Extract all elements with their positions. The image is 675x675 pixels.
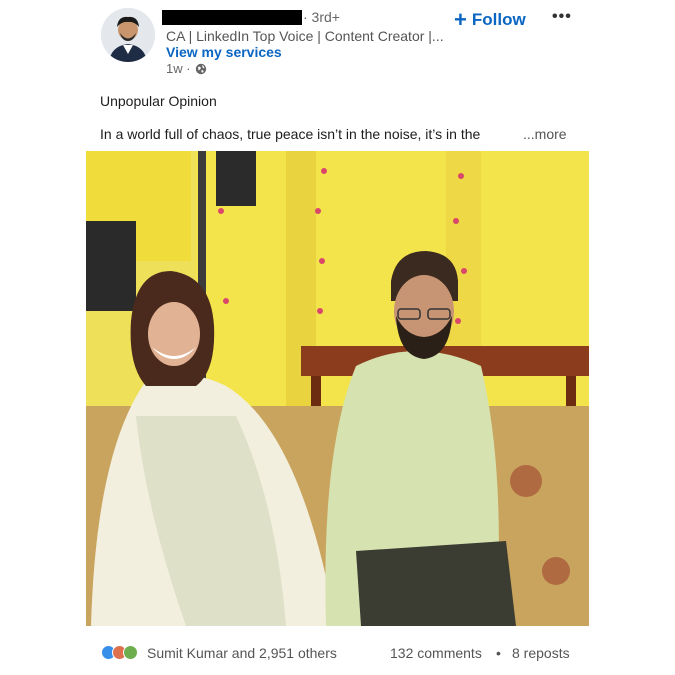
connection-degree: · 3rd+ <box>303 9 340 25</box>
post-title: Unpopular Opinion <box>100 93 217 109</box>
see-more-link[interactable]: ...more <box>523 126 567 142</box>
post-image[interactable] <box>86 151 589 626</box>
post-photo <box>86 151 589 626</box>
reactions-count[interactable]: Sumit Kumar and 2,951 others <box>147 645 337 661</box>
celebrate-icon <box>123 645 138 660</box>
view-services-link[interactable]: View my services <box>166 44 282 60</box>
separator-dot: • <box>496 645 501 661</box>
reaction-icons[interactable] <box>101 645 138 660</box>
plus-icon: + <box>454 7 467 32</box>
profile-photo <box>101 8 155 62</box>
comments-count[interactable]: 132 comments <box>390 645 482 661</box>
globe-icon <box>195 63 206 74</box>
reposts-count[interactable]: 8 reposts <box>512 645 570 661</box>
post-body: In a world full of chaos, true peace isn… <box>100 126 481 142</box>
author-avatar[interactable] <box>101 8 155 62</box>
post-timestamp: 1w · <box>166 61 207 76</box>
follow-button[interactable]: + Follow <box>454 7 526 32</box>
follow-label: Follow <box>471 10 526 29</box>
more-options-icon[interactable]: ••• <box>552 8 572 26</box>
author-headline: CA | LinkedIn Top Voice | Content Creato… <box>166 28 444 44</box>
author-name-redacted[interactable] <box>162 10 302 25</box>
post-time: 1w · <box>166 61 191 76</box>
